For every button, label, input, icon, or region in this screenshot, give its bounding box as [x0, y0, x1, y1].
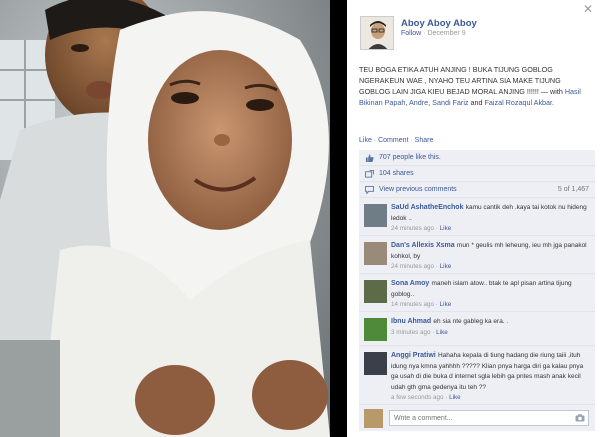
- comment-meta: 14 minutes ago · Like: [391, 301, 452, 308]
- post-meta: Follow · December 9: [401, 30, 466, 37]
- share-icon: [365, 170, 374, 178]
- comment-action[interactable]: Comment: [378, 137, 408, 144]
- commenter-avatar[interactable]: [364, 280, 387, 303]
- tagged-user-3[interactable]: Sandi Fariz: [432, 98, 468, 107]
- commenter-name[interactable]: Anggi Pratiwi: [391, 352, 436, 359]
- share-action[interactable]: Share: [415, 137, 434, 144]
- view-previous-link[interactable]: View previous comments: [379, 186, 457, 193]
- commenter-name[interactable]: SaUd AshatheEnchok: [391, 204, 463, 211]
- likes-count[interactable]: 707 people like this.: [379, 154, 441, 161]
- feedback-box: 707 people like this. 104 shares View pr…: [359, 150, 595, 431]
- commenter-avatar[interactable]: [364, 352, 387, 375]
- comment-item: SaUd AshatheEnchok kamu cantik deh .kaya…: [359, 198, 595, 236]
- post-date[interactable]: December 9: [427, 30, 465, 37]
- comment-time[interactable]: 3 minutes ago: [391, 329, 431, 336]
- comment-time[interactable]: 14 minutes ago: [391, 301, 434, 308]
- comment-time[interactable]: 24 minutes ago: [391, 263, 434, 270]
- photo[interactable]: [0, 0, 330, 437]
- comment-like-link[interactable]: Like: [436, 329, 448, 336]
- commenter-avatar[interactable]: [364, 242, 387, 265]
- comment-input[interactable]: [389, 410, 589, 426]
- shares-row[interactable]: 104 shares: [359, 166, 595, 182]
- commenter-avatar[interactable]: [364, 204, 387, 227]
- comment-like-link[interactable]: Like: [440, 301, 452, 308]
- thumbs-up-icon: [365, 154, 374, 162]
- viewer-avatar: [364, 409, 383, 428]
- close-icon[interactable]: ✕: [583, 2, 593, 16]
- comment-item: Sona Amoy maneh islam atow.. btak te apl…: [359, 274, 595, 312]
- comment-meta: a few seconds ago · Like: [391, 394, 461, 401]
- author-name[interactable]: Aboy Aboy Aboy: [401, 18, 477, 29]
- shares-count[interactable]: 104 shares: [379, 170, 414, 177]
- write-comment-row: [359, 405, 595, 431]
- view-previous-row[interactable]: View previous comments 5 of 1,467: [359, 182, 595, 198]
- tagged-user-2[interactable]: Andre: [409, 98, 428, 107]
- comment-count: 5 of 1,467: [557, 186, 589, 193]
- camera-icon[interactable]: [575, 414, 585, 422]
- comment-time[interactable]: a few seconds ago: [391, 394, 444, 401]
- comment-text: eh sia nte gableg ka era. .: [433, 318, 509, 325]
- comment-meta: 24 minutes ago · Like: [391, 263, 452, 270]
- follow-link[interactable]: Follow: [401, 30, 421, 37]
- comment-meta: 3 minutes ago · Like: [391, 328, 448, 336]
- caption-text: TEU BOGA ETIKA ATUH ANJING ! BUKA TIJUNG…: [359, 65, 565, 96]
- caption-and: and: [468, 98, 485, 107]
- author-avatar[interactable]: [360, 16, 394, 50]
- post-caption: TEU BOGA ETIKA ATUH ANJING ! BUKA TIJUNG…: [359, 64, 589, 108]
- comments-icon: [365, 186, 374, 194]
- comment-like-link[interactable]: Like: [449, 394, 461, 401]
- comment-meta: 24 minutes ago · Like: [391, 225, 452, 232]
- like-action[interactable]: Like: [359, 137, 372, 144]
- likes-row[interactable]: 707 people like this.: [359, 150, 595, 166]
- comment-like-link[interactable]: Like: [440, 225, 452, 232]
- commenter-name[interactable]: Dan's Allexis Xsma: [391, 242, 455, 249]
- comment-item: Anggi Pratiwi Hahaha kepala di tiung had…: [359, 346, 595, 405]
- comment-item: Ibnu Ahmad eh sia nte gableg ka era. . 3…: [359, 312, 595, 346]
- commenter-avatar[interactable]: [364, 318, 387, 341]
- post-sidebar: Aboy Aboy Aboy Follow · December 9 ✕ TEU…: [347, 0, 600, 437]
- commenter-name[interactable]: Sona Amoy: [391, 280, 429, 287]
- comment-like-link[interactable]: Like: [440, 263, 452, 270]
- comment-item: Dan's Allexis Xsma mun * geulis mh leheu…: [359, 236, 595, 274]
- comment-time[interactable]: 24 minutes ago: [391, 225, 434, 232]
- tagged-user-4[interactable]: Faizal Rozaqul Akbar: [485, 98, 553, 107]
- photo-viewer: [0, 0, 341, 437]
- post-header: Aboy Aboy Aboy Follow · December 9 ✕: [347, 0, 600, 56]
- commenter-name[interactable]: Ibnu Ahmad: [391, 318, 431, 325]
- caption-period: .: [552, 98, 555, 107]
- post-actions: Like · Comment · Share: [359, 137, 433, 144]
